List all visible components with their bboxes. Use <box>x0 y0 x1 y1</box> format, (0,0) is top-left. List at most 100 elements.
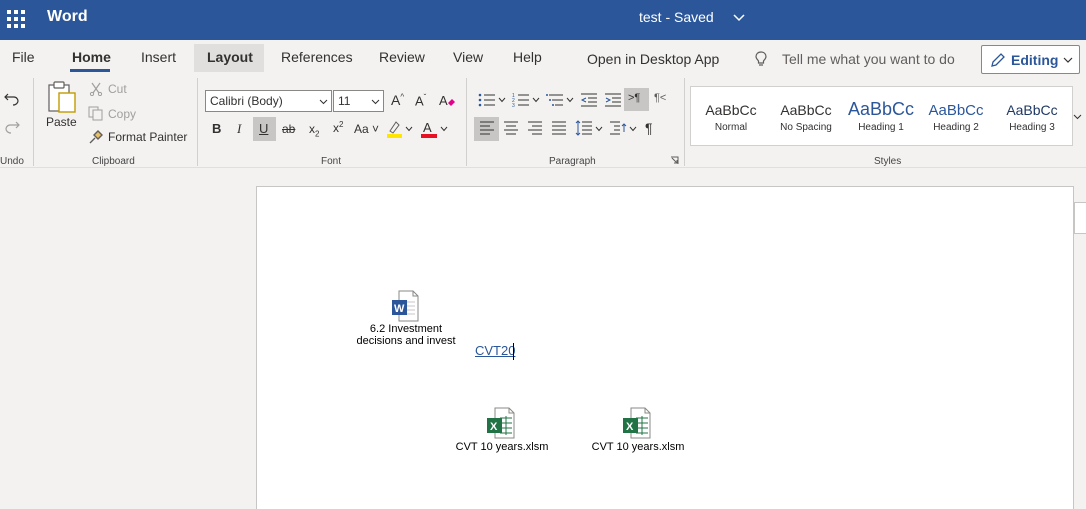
open-desktop-app-button[interactable]: Open in Desktop App <box>587 51 719 67</box>
chevron-down-icon[interactable] <box>405 125 413 133</box>
bullets-icon[interactable] <box>478 92 496 108</box>
scrollbar[interactable] <box>1074 202 1086 234</box>
align-right-icon[interactable] <box>527 121 543 135</box>
copy-icon[interactable] <box>88 106 103 121</box>
chevron-down-icon <box>371 99 380 105</box>
change-case-icon[interactable]: Aa ˅ <box>354 122 379 136</box>
font-size-value: 11 <box>338 94 351 108</box>
chevron-down-icon[interactable] <box>498 96 506 104</box>
excel-file-icon[interactable]: X <box>486 407 516 439</box>
lightbulb-icon <box>755 51 767 66</box>
group-separator <box>197 78 198 166</box>
paste-icon[interactable] <box>46 80 78 114</box>
word-object-label-line1: 6.2 Investment <box>369 323 443 335</box>
left-to-right-icon[interactable]: >¶ <box>628 92 640 104</box>
right-to-left-icon[interactable]: ¶< <box>654 92 666 104</box>
shrink-font-icon[interactable]: Aˇ <box>415 93 426 108</box>
app-launcher-icon[interactable] <box>5 8 25 28</box>
style-heading-1[interactable]: AaBbCc Heading 1 <box>843 87 919 145</box>
grow-font-icon[interactable]: A^ <box>391 92 404 108</box>
subscript-icon[interactable]: x2 <box>309 122 319 138</box>
undo-group-label: Undo <box>0 156 24 167</box>
style-sample: AaBbCc <box>705 102 757 118</box>
chevron-down-icon[interactable] <box>629 125 637 133</box>
style-name: Normal <box>714 122 748 133</box>
active-tab-indicator <box>70 69 110 72</box>
editing-mode-button[interactable]: Editing <box>981 45 1080 74</box>
paragraph-group-label: Paragraph <box>549 156 596 167</box>
tab-references[interactable]: References <box>281 49 353 65</box>
document-title[interactable]: test - Saved <box>639 9 714 25</box>
svg-text:A: A <box>423 120 432 135</box>
tab-home[interactable]: Home <box>72 49 111 65</box>
document-page[interactable] <box>256 186 1074 509</box>
paste-label[interactable]: Paste <box>46 115 77 129</box>
styles-group-label: Styles <box>874 156 902 167</box>
styles-gallery: AaBbCc Normal AaBbCc No Spacing AaBbCc H… <box>690 86 1073 146</box>
paragraph-spacing-icon[interactable] <box>609 120 627 136</box>
font-group-label: Font <box>321 156 342 167</box>
copy-label[interactable]: Copy <box>108 107 136 121</box>
redo-icon[interactable] <box>4 119 20 135</box>
align-center-icon[interactable] <box>503 121 519 135</box>
align-left-icon[interactable] <box>479 121 495 135</box>
highlight-color-icon[interactable] <box>386 119 404 139</box>
chevron-down-icon[interactable] <box>532 96 540 104</box>
tab-help[interactable]: Help <box>513 49 542 65</box>
text-cursor <box>513 343 514 360</box>
strikethrough-icon[interactable]: ab <box>282 122 295 136</box>
tab-view[interactable]: View <box>453 49 483 65</box>
chevron-down-icon[interactable] <box>595 125 603 133</box>
line-spacing-icon[interactable] <box>575 120 593 136</box>
italic-icon[interactable]: I <box>237 121 241 137</box>
bold-icon[interactable]: B <box>212 121 221 136</box>
excel-file-icon[interactable]: X <box>622 407 652 439</box>
undo-icon[interactable] <box>4 91 20 107</box>
justify-icon[interactable] <box>551 121 567 135</box>
tell-me-search[interactable]: Tell me what you want to do <box>782 51 955 67</box>
style-name: Heading 2 <box>933 122 979 133</box>
style-normal[interactable]: AaBbCc Normal <box>693 87 769 145</box>
style-sample: AaBbCc <box>847 99 915 119</box>
multilevel-list-icon[interactable] <box>546 92 564 108</box>
style-sample: AaBbCc <box>780 102 832 118</box>
excel-file-label[interactable]: CVT 10 years.xlsm <box>588 441 688 453</box>
decrease-indent-icon[interactable] <box>580 92 598 108</box>
group-separator <box>684 78 685 166</box>
chevron-down-icon[interactable] <box>566 96 574 104</box>
style-no-spacing[interactable]: AaBbCc No Spacing <box>768 87 844 145</box>
chevron-down-icon[interactable] <box>440 125 448 133</box>
underline-icon[interactable]: U <box>259 121 268 136</box>
font-color-icon[interactable]: A <box>420 119 438 139</box>
superscript-icon[interactable]: x2 <box>333 120 343 135</box>
tab-review[interactable]: Review <box>379 49 425 65</box>
show-formatting-marks-icon[interactable]: ¶ <box>645 120 653 136</box>
increase-indent-icon[interactable] <box>604 92 622 108</box>
tab-file[interactable]: File <box>12 49 35 65</box>
chevron-down-icon <box>1063 57 1073 63</box>
style-sample: AaBbCc <box>1006 102 1058 118</box>
cut-icon[interactable] <box>89 82 103 96</box>
font-size-combo[interactable]: 11 <box>333 90 384 112</box>
clear-formatting-icon[interactable]: A <box>438 92 456 110</box>
style-heading-3[interactable]: AaBbCc Heading 3 <box>994 87 1070 145</box>
app-name[interactable]: Word <box>47 8 88 26</box>
format-painter-label[interactable]: Format Painter <box>108 130 187 144</box>
chevron-down-icon[interactable] <box>1073 112 1082 121</box>
svg-text:W: W <box>394 303 405 315</box>
font-name-combo[interactable]: Calibri (Body) <box>205 90 332 112</box>
style-name: Heading 3 <box>1009 122 1055 133</box>
word-document-icon[interactable]: W <box>391 290 419 322</box>
dialog-launcher-icon[interactable] <box>670 156 679 165</box>
cut-label[interactable]: Cut <box>108 82 127 96</box>
format-painter-icon[interactable] <box>88 129 104 145</box>
word-object-label[interactable]: 6.2 Investment decisions and invest <box>350 323 462 347</box>
tab-layout[interactable]: Layout <box>207 49 253 65</box>
tab-insert[interactable]: Insert <box>141 49 176 65</box>
style-heading-2[interactable]: AaBbCc Heading 2 <box>918 87 994 145</box>
pencil-icon <box>991 53 1005 67</box>
chevron-down-icon[interactable] <box>732 10 746 24</box>
numbering-icon[interactable]: 123 <box>512 92 530 108</box>
excel-file-label[interactable]: CVT 10 years.xlsm <box>452 441 552 453</box>
hyperlink[interactable]: CVT20 <box>475 343 515 358</box>
